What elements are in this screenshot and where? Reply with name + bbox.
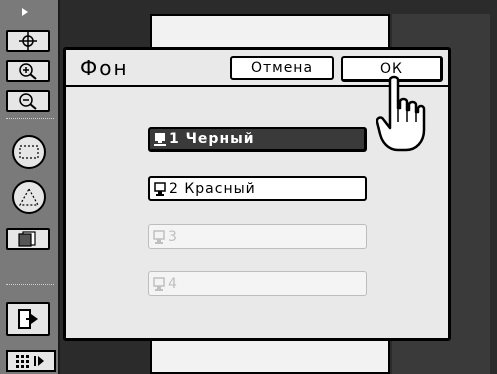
collapse-arrow-icon[interactable] xyxy=(22,8,28,16)
select-rect-button[interactable] xyxy=(12,135,46,169)
zoom-out-icon xyxy=(19,93,37,110)
dialog-title: Фон xyxy=(80,56,129,80)
option-label: 1 Черный xyxy=(169,131,255,147)
move-button[interactable] xyxy=(6,30,50,52)
drum-icon xyxy=(153,229,165,244)
zoom-in-button[interactable] xyxy=(6,60,50,82)
copy-page-icon xyxy=(18,231,36,247)
move-icon xyxy=(19,32,37,50)
zoom-in-icon xyxy=(19,63,37,80)
zoom-out-button[interactable] xyxy=(6,90,50,112)
option-4: 4 xyxy=(148,271,367,296)
keypad-icon xyxy=(16,355,44,368)
toolbar-divider xyxy=(6,118,54,119)
toolbar-divider xyxy=(6,284,54,285)
select-free-button[interactable] xyxy=(12,180,46,214)
option-2-red[interactable]: 2 Красный xyxy=(148,176,367,201)
drum-icon xyxy=(154,181,166,196)
exit-button[interactable] xyxy=(6,302,50,336)
copy-page-button[interactable] xyxy=(6,228,50,250)
drum-icon xyxy=(153,276,165,291)
exit-icon xyxy=(18,309,38,329)
keypad-button[interactable] xyxy=(6,350,56,372)
drum-icon xyxy=(154,133,166,146)
option-label: 3 xyxy=(168,228,178,245)
option-label: 4 xyxy=(168,275,178,292)
cancel-button[interactable]: Отмена xyxy=(230,56,334,80)
option-3: 3 xyxy=(148,224,367,249)
select-free-icon xyxy=(18,187,40,206)
pointing-hand-icon xyxy=(376,75,426,152)
left-toolbar xyxy=(0,0,60,374)
select-rect-icon xyxy=(19,145,39,159)
option-label: 2 Красный xyxy=(169,180,256,197)
option-1-black[interactable]: 1 Черный xyxy=(148,127,367,152)
